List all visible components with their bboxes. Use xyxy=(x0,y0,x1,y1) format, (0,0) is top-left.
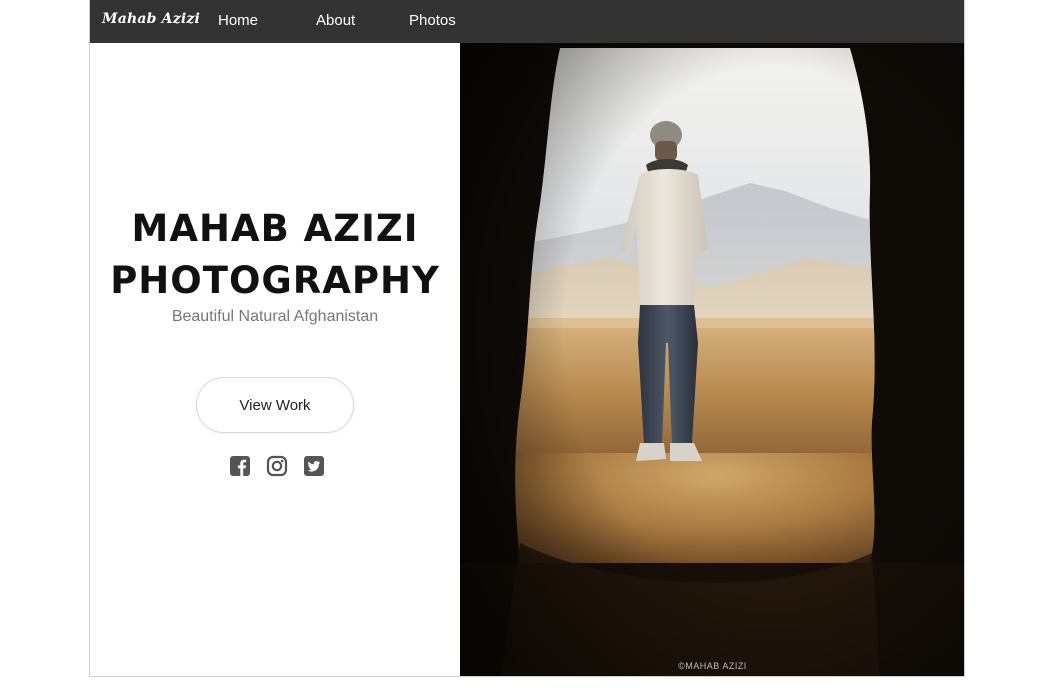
hero-title: MAHAB AZIZI PHOTOGRAPHY xyxy=(90,203,460,307)
view-work-button[interactable]: View Work xyxy=(196,377,354,433)
cave-person-photo xyxy=(460,43,964,676)
facebook-icon[interactable] xyxy=(229,455,251,477)
social-links xyxy=(229,455,325,479)
page-frame: Mahab Azizi Home About Photos MAHAB AZIZ… xyxy=(89,0,965,677)
nav-link-about[interactable]: About xyxy=(316,12,355,29)
nav-link-home[interactable]: Home xyxy=(218,12,258,29)
hero-subtitle: Beautiful Natural Afghanistan xyxy=(171,308,379,325)
nav-link-photos[interactable]: Photos xyxy=(409,12,456,29)
brand-logo-link[interactable]: Mahab Azizi xyxy=(102,11,200,27)
instagram-icon[interactable] xyxy=(266,455,288,477)
hero-photo: ©MAHAB AZIZI xyxy=(460,43,964,676)
hero-text-panel: MAHAB AZIZI PHOTOGRAPHY Beautiful Natura… xyxy=(90,43,460,676)
twitter-icon[interactable] xyxy=(303,455,325,477)
photo-credit: ©MAHAB AZIZI xyxy=(678,661,747,671)
hero-title-line-2: PHOTOGRAPHY xyxy=(110,259,440,302)
hero-title-line-1: MAHAB AZIZI xyxy=(131,207,419,250)
top-navbar: Mahab Azizi Home About Photos xyxy=(90,0,964,43)
